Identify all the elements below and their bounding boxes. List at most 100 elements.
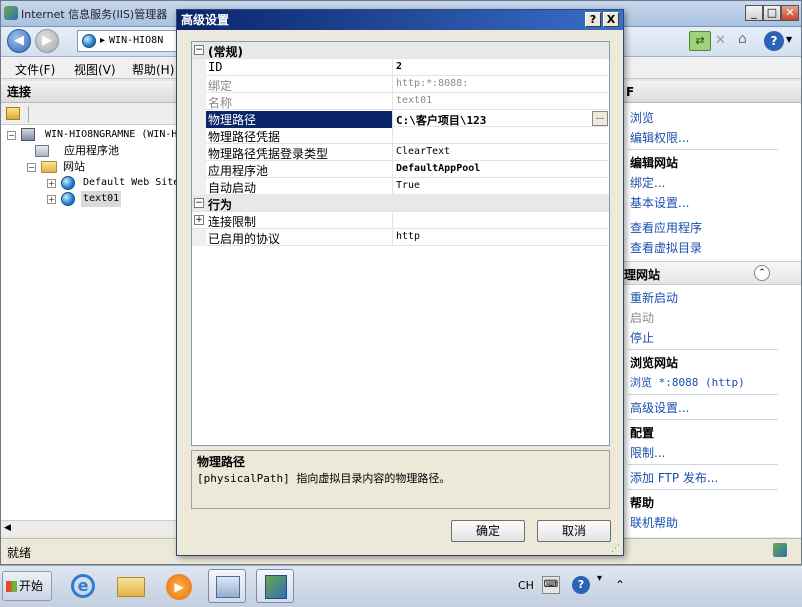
menu-file[interactable]: 文件(F) bbox=[15, 61, 55, 78]
breadcrumb[interactable]: ▸ WIN-HIO8N bbox=[77, 30, 179, 52]
cancel-button[interactable]: 取消 bbox=[537, 520, 611, 542]
forward-button[interactable]: ▶ bbox=[35, 29, 59, 53]
physical-path-input[interactable]: C:\客户项目\123 bbox=[396, 112, 586, 128]
column-divider bbox=[392, 212, 393, 229]
property-row[interactable]: 绑定 http:*:8088: bbox=[192, 76, 609, 93]
property-key: 连接限制 bbox=[208, 215, 257, 229]
category-label: (常规) bbox=[208, 45, 243, 59]
collapse-icon[interactable]: − bbox=[27, 163, 36, 172]
start-button[interactable]: 开始 bbox=[2, 571, 52, 601]
collapse-up-icon[interactable]: ⌃ bbox=[754, 265, 770, 281]
property-row[interactable]: 名称 text01 bbox=[192, 93, 609, 110]
tree-horizontal-scrollbar[interactable]: ◀ bbox=[1, 520, 179, 536]
iis-manager-icon bbox=[265, 575, 287, 599]
action-restart[interactable]: 重新启动 bbox=[630, 289, 678, 306]
property-row-physical-path[interactable]: 物理路径 C:\客户项目\123 ... bbox=[192, 110, 609, 128]
actions-pane: F 浏览 编辑权限... 编辑网站 绑定... 基本设置... 查看应用程序 查… bbox=[623, 81, 801, 537]
tray-options-icon[interactable]: ▾ bbox=[597, 573, 602, 584]
home-icon[interactable]: ⌂ bbox=[738, 31, 747, 47]
divider bbox=[628, 349, 778, 350]
row-gutter bbox=[192, 110, 206, 127]
status-text: 就绪 bbox=[7, 546, 32, 560]
ok-button[interactable]: 确定 bbox=[451, 520, 525, 542]
dialog-title-bar[interactable]: 高级设置 ? X bbox=[177, 10, 623, 30]
dialog-help-button[interactable]: ? bbox=[585, 12, 601, 27]
breadcrumb-server: WIN-HIO8N bbox=[109, 35, 164, 46]
column-divider bbox=[392, 144, 393, 161]
maximize-button[interactable]: □ bbox=[763, 5, 781, 21]
expand-icon[interactable]: + bbox=[47, 195, 56, 204]
help-icon[interactable]: ? bbox=[572, 576, 590, 594]
taskbar-explorer[interactable] bbox=[112, 569, 150, 603]
close-button[interactable]: ✕ bbox=[781, 5, 799, 21]
property-value: 2 bbox=[396, 61, 403, 72]
property-row-connection-limits[interactable]: + 连接限制 bbox=[192, 212, 609, 229]
column-divider bbox=[392, 110, 393, 127]
property-row[interactable]: 物理路径凭据 bbox=[192, 127, 609, 144]
dialog-close-button[interactable]: X bbox=[603, 12, 619, 27]
back-button[interactable]: ◀ bbox=[7, 29, 31, 53]
refresh-icon[interactable]: ⇄ bbox=[689, 31, 711, 51]
action-stop[interactable]: 停止 bbox=[630, 329, 654, 346]
action-browse-8088[interactable]: 浏览 *:8088 (http) bbox=[630, 374, 745, 390]
action-start: 启动 bbox=[630, 311, 655, 325]
taskbar-media-player[interactable]: ▶ bbox=[160, 569, 198, 603]
server-manager-icon bbox=[216, 576, 240, 598]
minimize-button[interactable]: _ bbox=[745, 5, 763, 21]
category-behavior[interactable]: − 行为 bbox=[192, 195, 609, 212]
collapse-icon[interactable]: − bbox=[194, 45, 204, 55]
property-row[interactable]: 自动启动 True bbox=[192, 178, 609, 195]
taskbar-iis-manager[interactable] bbox=[256, 569, 294, 603]
action-add-ftp[interactable]: 添加 FTP 发布... bbox=[630, 469, 718, 486]
category-general[interactable]: − (常规) bbox=[192, 42, 609, 59]
file-explorer-icon bbox=[117, 577, 145, 597]
row-gutter bbox=[192, 127, 206, 144]
taskbar-server-manager[interactable] bbox=[208, 569, 246, 603]
expand-icon[interactable]: + bbox=[194, 215, 204, 225]
action-limits[interactable]: 限制... bbox=[630, 444, 665, 461]
action-view-applications[interactable]: 查看应用程序 bbox=[630, 219, 702, 236]
collapse-icon[interactable]: − bbox=[194, 198, 204, 208]
action-browse[interactable]: 浏览 bbox=[630, 109, 654, 126]
tray-expand-icon[interactable]: ⌃ bbox=[615, 578, 625, 592]
property-row[interactable]: 已启用的协议 http bbox=[192, 229, 609, 246]
action-advanced-settings[interactable]: 高级设置... bbox=[630, 399, 689, 416]
browse-button[interactable]: ... bbox=[592, 111, 608, 126]
keyboard-icon[interactable]: ⌨ bbox=[542, 576, 560, 594]
chevron-down-icon[interactable]: ▼ bbox=[786, 35, 792, 44]
language-indicator[interactable]: CH bbox=[518, 579, 534, 592]
action-basic-settings[interactable]: 基本设置... bbox=[630, 194, 689, 211]
windows-logo-icon bbox=[6, 581, 17, 592]
server-icon bbox=[21, 128, 35, 141]
row-gutter bbox=[192, 229, 206, 246]
connect-icon[interactable] bbox=[6, 107, 20, 120]
stop-icon[interactable]: ✕ bbox=[715, 33, 726, 48]
property-value: http:*:8088: bbox=[396, 78, 469, 89]
property-key: 绑定 bbox=[208, 79, 233, 93]
property-key: 应用程序池 bbox=[208, 164, 269, 178]
row-gutter bbox=[192, 178, 206, 195]
action-edit-permissions[interactable]: 编辑权限... bbox=[630, 129, 689, 146]
menu-view[interactable]: 视图(V) bbox=[74, 61, 116, 78]
tree-label: Default Web Site bbox=[83, 177, 180, 188]
divider bbox=[628, 489, 778, 490]
property-key: ID bbox=[208, 60, 223, 74]
property-row[interactable]: 物理路径凭据登录类型 ClearText bbox=[192, 144, 609, 161]
help-icon[interactable]: ? bbox=[764, 31, 784, 51]
scroll-left-icon[interactable]: ◀ bbox=[4, 523, 11, 533]
menu-help[interactable]: 帮助(H) bbox=[132, 61, 174, 78]
property-row[interactable]: ID 2 bbox=[192, 59, 609, 76]
property-row[interactable]: 应用程序池 DefaultAppPool bbox=[192, 161, 609, 178]
folder-icon bbox=[41, 161, 57, 173]
collapse-icon[interactable]: − bbox=[7, 131, 16, 140]
action-view-virtual-dirs[interactable]: 查看虚拟目录 bbox=[630, 239, 702, 256]
property-value: ClearText bbox=[396, 146, 451, 157]
column-divider bbox=[392, 161, 393, 178]
description-text: [physicalPath] 指向虚拟目录内容的物理路径。 bbox=[197, 472, 451, 485]
config-heading: 配置 bbox=[630, 426, 655, 440]
expand-icon[interactable]: + bbox=[47, 179, 56, 188]
resize-grip-icon[interactable]: ⋰ bbox=[611, 544, 620, 554]
action-online-help[interactable]: 联机帮助 bbox=[630, 514, 678, 531]
taskbar-ie[interactable]: e bbox=[64, 569, 102, 603]
action-bindings[interactable]: 绑定... bbox=[630, 174, 665, 191]
